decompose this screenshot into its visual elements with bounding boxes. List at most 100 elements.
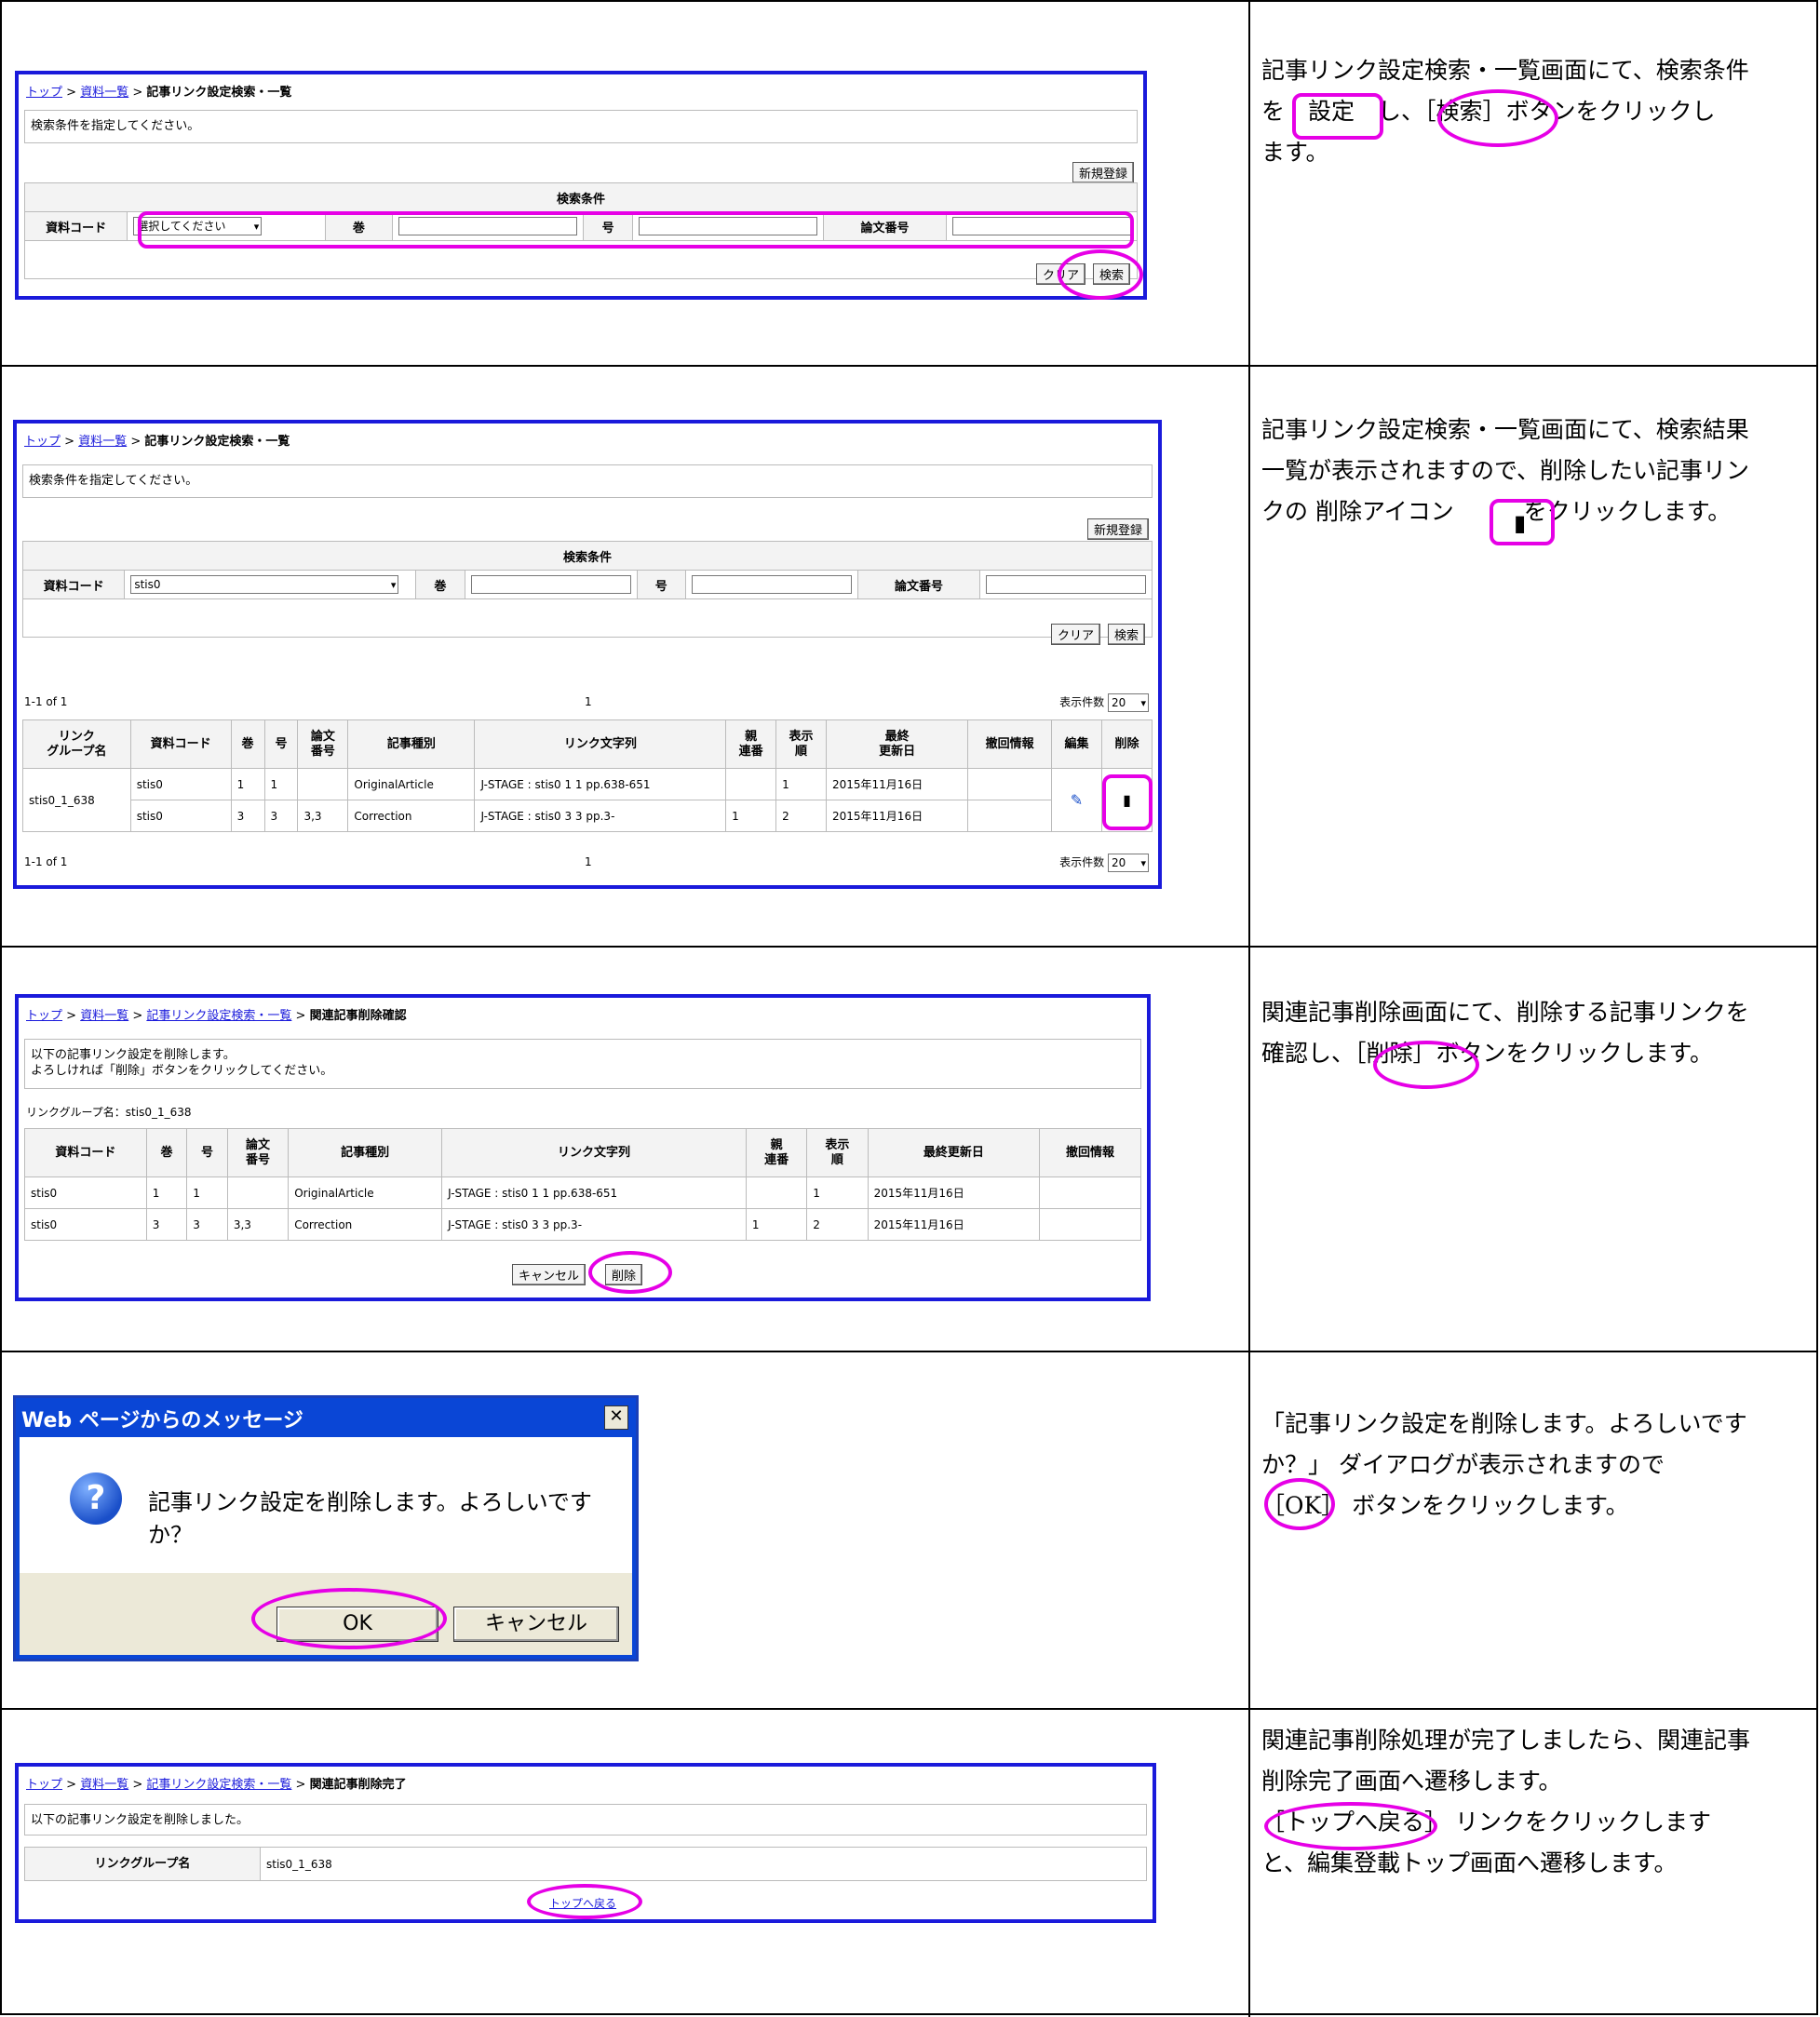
clear-button[interactable]: クリア — [1050, 624, 1100, 645]
crumb-top-link[interactable]: トップ — [24, 435, 61, 449]
group-label: リンクグループ名 — [24, 1847, 261, 1881]
step1-description: 記事リンク設定検索・一覧画面にて、検索条件 を 設定 し、［検索］ボタンをクリッ… — [1261, 50, 1806, 173]
no-input[interactable] — [692, 575, 853, 594]
no-input[interactable] — [638, 217, 817, 235]
cancel-button[interactable]: キャンセル — [512, 1264, 586, 1285]
table-cell: 1 — [745, 1208, 808, 1241]
cond-title: 検索条件 — [24, 182, 1138, 212]
vol-input[interactable] — [398, 217, 578, 235]
code-select-value: 選択してください — [137, 220, 226, 233]
chevron-down-icon: ▾ — [253, 221, 260, 233]
table-cell: stis0 — [129, 800, 232, 832]
page-size-label: 表示件数 — [1059, 695, 1105, 709]
table-cell: 1 — [230, 768, 265, 800]
paging-range: 1-1 of 1 — [24, 855, 68, 868]
divider — [0, 1708, 1818, 1710]
table-cell: 3 — [186, 1208, 228, 1241]
vol-input[interactable] — [470, 575, 631, 594]
done-message: 以下の記事リンク設定を削除しました。 — [24, 1804, 1147, 1835]
delete-button[interactable]: 削除 — [605, 1264, 643, 1285]
table-cell: 3,3 — [226, 1208, 290, 1241]
column-header: 巻 — [230, 719, 265, 769]
column-header: 撤回情報 — [1039, 1128, 1141, 1177]
code-select[interactable]: 選択してください ▾ — [133, 217, 263, 235]
table-cell: J-STAGE : stis0 3 3 pp.3- — [474, 800, 727, 832]
desc-line: と、編集登載トップ画面へ遷移します。 — [1261, 1849, 1678, 1876]
column-header: 最終更新日 — [867, 1128, 1041, 1177]
table-cell: Correction — [288, 1208, 443, 1241]
divider — [0, 365, 1818, 367]
message-line: 以下の記事リンク設定を削除します。 — [31, 1048, 236, 1062]
ok-button[interactable]: OK — [276, 1607, 438, 1642]
search-button[interactable]: 検索 — [1107, 624, 1145, 645]
desc-line: か？」 ダイアログが表示されますので — [1261, 1451, 1665, 1478]
table-cell — [1039, 1177, 1141, 1209]
crumb-search-link[interactable]: 記事リンク設定検索・一覧 — [146, 1778, 291, 1792]
column-header: 資料コード — [24, 1128, 147, 1177]
table-cell: 1 — [806, 1177, 869, 1209]
column-header: 親連番 — [725, 719, 777, 769]
column-header: リンク グループ名 — [22, 719, 131, 769]
code-select-value: stis0 — [134, 578, 161, 591]
page-size-label: 表示件数 — [1059, 855, 1105, 869]
trash-icon[interactable]: ▮ — [1123, 791, 1131, 809]
table-cell: 3,3 — [297, 800, 349, 832]
breadcrumb: トップ > 資料一覧 > 記事リンク設定検索・一覧 > 関連記事削除確認 — [26, 1009, 407, 1023]
column-header: 記事種別 — [347, 719, 476, 769]
crumb-list-link[interactable]: 資料一覧 — [80, 86, 128, 100]
crumb-top-link[interactable]: トップ — [26, 1778, 62, 1792]
clear-button[interactable]: クリア — [1035, 263, 1085, 285]
new-register-button[interactable]: 新規登録 — [1086, 518, 1149, 540]
column-header: 論文 番号 — [297, 719, 349, 769]
step4-description: 「記事リンク設定を削除します。よろしいです か？」 ダイアログが表示されますので… — [1261, 1404, 1806, 1526]
crumb-search-link[interactable]: 記事リンク設定検索・一覧 — [146, 1009, 291, 1023]
close-icon[interactable]: ✕ — [604, 1405, 628, 1430]
pencil-icon[interactable]: ✎ — [1071, 791, 1083, 809]
step1-screenshot: トップ > 資料一覧 > 記事リンク設定検索・一覧 検索条件を指定してください。… — [15, 71, 1147, 300]
crumb-list-link[interactable]: 資料一覧 — [80, 1778, 128, 1792]
table-cell: 2015年11月16日 — [825, 768, 969, 800]
page-size: 表示件数 20 ▾ — [1059, 854, 1149, 872]
crumb-top-link[interactable]: トップ — [26, 1009, 62, 1023]
paper-no-input[interactable] — [952, 217, 1131, 235]
crumb-top-link[interactable]: トップ — [26, 86, 62, 100]
confirm-message: 以下の記事リンク設定を削除します。 よろしければ「削除」ボタンをクリックしてくだ… — [24, 1039, 1141, 1089]
instruction-message: 検索条件を指定してください。 — [22, 464, 1153, 498]
table-cell: 2015年11月16日 — [867, 1208, 1041, 1241]
paging-page: 1 — [585, 855, 592, 868]
page-size-select[interactable]: 20 ▾ — [1108, 854, 1149, 872]
back-to-top-link[interactable]: トップへ戻る — [549, 1895, 616, 1911]
paging-range: 1-1 of 1 — [24, 695, 68, 708]
page-size-select[interactable]: 20 ▾ — [1108, 693, 1149, 712]
column-header: 記事種別 — [288, 1128, 443, 1177]
desc-line: 削除完了画面へ遷移します。 — [1261, 1768, 1562, 1795]
table-cell: stis0 — [24, 1208, 147, 1241]
crumb-list-link[interactable]: 資料一覧 — [78, 435, 127, 449]
new-register-button[interactable]: 新規登録 — [1072, 162, 1134, 183]
column-header: 号 — [263, 719, 299, 769]
breadcrumb: トップ > 資料一覧 > 記事リンク設定検索・一覧 > 関連記事削除完了 — [26, 1778, 407, 1792]
table-cell: stis0 — [129, 768, 232, 800]
search-conditions-table: 検索条件 資料コード 選択してください ▾ 巻 号 論文番号 — [23, 182, 1138, 279]
column-header: 表示順 — [806, 1128, 869, 1177]
search-button[interactable]: 検索 — [1092, 263, 1130, 285]
table-cell: OriginalArticle — [347, 768, 476, 800]
paper-label: 論文番号 — [822, 211, 948, 241]
paging-page: 1 — [585, 695, 592, 708]
dialog-message: 記事リンク設定を削除します。よろしいですか？ — [148, 1489, 592, 1548]
dialog-title: Web ページからのメッセージ — [21, 1409, 303, 1432]
crumb-list-link[interactable]: 資料一覧 — [80, 1009, 128, 1023]
code-select[interactable]: stis0 ▾ — [130, 575, 399, 594]
dialog-cancel-button[interactable]: キャンセル — [453, 1607, 619, 1642]
table-cell: 3 — [263, 800, 299, 832]
confirm-dialog: Web ページからのメッセージ ✕ ? 記事リンク設定を削除します。よろしいです… — [13, 1395, 639, 1661]
vol-label: 巻 — [324, 211, 394, 241]
table-cell — [725, 768, 777, 800]
paper-no-input[interactable] — [986, 575, 1146, 594]
instruction-message: 検索条件を指定してください。 — [24, 110, 1138, 143]
message-line: よろしければ「削除」ボタンをクリックしてください。 — [31, 1064, 333, 1078]
crumb-current: 関連記事削除確認 — [309, 1009, 407, 1023]
column-header: リンク文字列 — [474, 719, 727, 769]
table-cell — [967, 768, 1053, 800]
table-cell: 1 — [263, 768, 299, 800]
